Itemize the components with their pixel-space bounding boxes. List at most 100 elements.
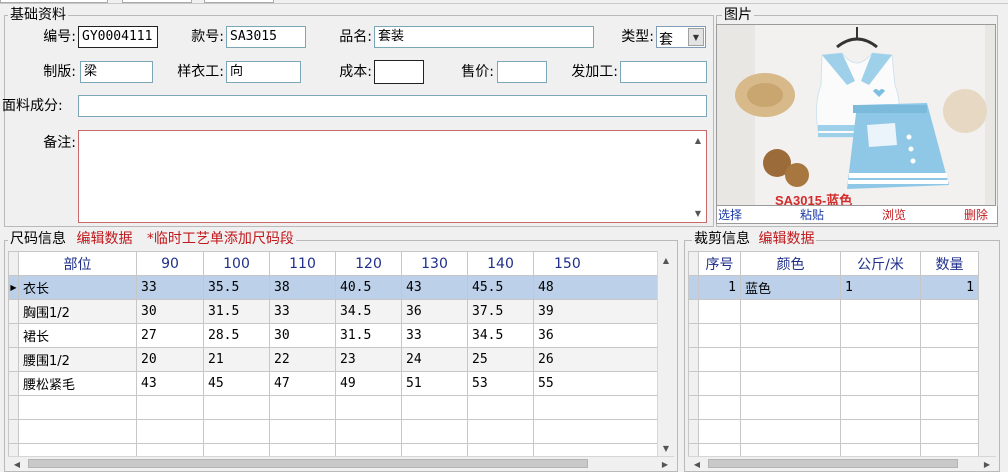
size-cell-value[interactable]: [401, 419, 468, 444]
size-cell-value[interactable]: 37.5: [467, 299, 534, 324]
size-row[interactable]: 腰围1/2 20 21 22 23 24 25 26: [8, 347, 659, 372]
size-cell-value[interactable]: 22: [269, 347, 336, 372]
pattern-field[interactable]: 梁: [80, 61, 153, 83]
cut-col-color[interactable]: 颜色: [740, 251, 841, 276]
size-row[interactable]: ▶ 衣长 33 35.5 38 40.5 43 45.5 48: [8, 275, 659, 300]
size-cell-value[interactable]: [467, 419, 534, 444]
cut-cell-color[interactable]: [740, 323, 841, 348]
size-cell-value[interactable]: 39: [533, 299, 659, 324]
row-indicator[interactable]: [8, 371, 19, 396]
product-image[interactable]: SA3015-蓝色: [716, 24, 996, 206]
scroll-left-icon[interactable]: ◀: [10, 457, 24, 471]
outsource-field[interactable]: [620, 61, 707, 83]
size-cell-value[interactable]: 48: [533, 275, 659, 300]
size-cell-value[interactable]: 23: [335, 347, 402, 372]
cut-empty-row[interactable]: [688, 347, 979, 372]
cut-cell-seq[interactable]: [698, 395, 741, 420]
size-cell-part[interactable]: 裙长: [18, 323, 137, 348]
size-cell-value[interactable]: [269, 395, 336, 420]
size-cell-value[interactable]: [136, 395, 204, 420]
remark-textarea[interactable]: [78, 130, 707, 223]
size-cell-value[interactable]: 36: [401, 299, 468, 324]
cut-cell-qty[interactable]: [920, 299, 979, 324]
cut-edit-link[interactable]: 编辑数据: [758, 231, 814, 247]
cut-col-seq[interactable]: 序号: [698, 251, 741, 276]
browse-image-button[interactable]: 浏览: [882, 208, 906, 222]
size-cell-part[interactable]: 腰松紧毛: [18, 371, 137, 396]
cut-col-qty[interactable]: 数量: [920, 251, 979, 276]
size-cell-value[interactable]: [335, 395, 402, 420]
cut-cell-color[interactable]: [740, 347, 841, 372]
size-col-150[interactable]: 150: [533, 251, 659, 276]
size-cell-value[interactable]: 27: [136, 323, 204, 348]
row-indicator[interactable]: [8, 323, 19, 348]
scroll-right-icon[interactable]: ▶: [658, 457, 672, 471]
cut-cell-weight[interactable]: [840, 419, 921, 444]
cut-cell-color[interactable]: [740, 419, 841, 444]
size-cell-value[interactable]: 28.5: [203, 323, 270, 348]
cut-cell-qty[interactable]: [920, 395, 979, 420]
cut-cell-qty[interactable]: [920, 419, 979, 444]
size-cell-value[interactable]: 47: [269, 371, 336, 396]
cut-cell-qty[interactable]: [920, 371, 979, 396]
size-cell-part[interactable]: 衣长: [18, 275, 137, 300]
size-col-90[interactable]: 90: [136, 251, 204, 276]
size-cell-value[interactable]: [136, 419, 204, 444]
size-col-110[interactable]: 110: [269, 251, 336, 276]
size-cell-value[interactable]: 49: [335, 371, 402, 396]
row-indicator[interactable]: [8, 419, 19, 444]
style-field[interactable]: SA3015: [226, 26, 306, 48]
toolbar-button-1[interactable]: [0, 0, 108, 3]
cut-cell-seq[interactable]: [698, 323, 741, 348]
size-cell-value[interactable]: 45.5: [467, 275, 534, 300]
size-cell-value[interactable]: 33: [269, 299, 336, 324]
row-indicator[interactable]: [688, 347, 699, 372]
chevron-down-icon[interactable]: ▼: [688, 28, 704, 46]
scroll-down-icon[interactable]: ▼: [658, 441, 674, 455]
size-cell-value[interactable]: 36: [533, 323, 659, 348]
row-indicator[interactable]: [8, 299, 19, 324]
cut-cell-seq[interactable]: [698, 347, 741, 372]
size-cell-value[interactable]: 30: [136, 299, 204, 324]
cut-row[interactable]: 1 蓝色 1 1: [688, 275, 979, 300]
cut-cell-color[interactable]: [740, 371, 841, 396]
size-edit-link[interactable]: 编辑数据: [76, 231, 132, 247]
size-row[interactable]: 裙长 27 28.5 30 31.5 33 34.5 36: [8, 323, 659, 348]
row-indicator[interactable]: [688, 371, 699, 396]
cut-empty-row[interactable]: [688, 395, 979, 420]
size-cell-part[interactable]: [18, 419, 137, 444]
scroll-down-icon[interactable]: ▼: [690, 206, 706, 220]
cut-cell-qty[interactable]: [920, 323, 979, 348]
size-cell-value[interactable]: 35.5: [203, 275, 270, 300]
cut-cell-color[interactable]: 蓝色: [740, 275, 841, 300]
cut-cell-weight[interactable]: [840, 299, 921, 324]
toolbar-button-2[interactable]: [122, 0, 192, 3]
code-field[interactable]: GY0004111: [78, 26, 158, 48]
row-indicator[interactable]: [688, 299, 699, 324]
size-cell-value[interactable]: 51: [401, 371, 468, 396]
size-cell-value[interactable]: [401, 395, 468, 420]
size-cell-value[interactable]: [335, 419, 402, 444]
row-indicator[interactable]: [688, 419, 699, 444]
size-cell-value[interactable]: [533, 419, 659, 444]
name-field[interactable]: 套装: [374, 26, 594, 48]
size-cell-value[interactable]: 45: [203, 371, 270, 396]
size-cell-value[interactable]: 26: [533, 347, 659, 372]
cut-cell-weight[interactable]: [840, 395, 921, 420]
size-cell-value[interactable]: [533, 395, 659, 420]
size-col-140[interactable]: 140: [467, 251, 534, 276]
size-col-100[interactable]: 100: [203, 251, 270, 276]
cut-hscrollbar[interactable]: ◀ ▶: [688, 456, 996, 470]
size-cell-value[interactable]: 24: [401, 347, 468, 372]
price-field[interactable]: [497, 61, 547, 83]
cut-cell-qty[interactable]: 1: [920, 275, 979, 300]
fabric-field[interactable]: [78, 95, 707, 117]
size-cell-value[interactable]: 31.5: [335, 323, 402, 348]
cut-cell-weight[interactable]: [840, 347, 921, 372]
size-cell-value[interactable]: 40.5: [335, 275, 402, 300]
size-cell-value[interactable]: 21: [203, 347, 270, 372]
scroll-up-icon[interactable]: ▲: [690, 133, 706, 147]
cut-col-weight[interactable]: 公斤/米: [840, 251, 921, 276]
sample-field[interactable]: 向: [226, 61, 301, 83]
cut-empty-row[interactable]: [688, 371, 979, 396]
